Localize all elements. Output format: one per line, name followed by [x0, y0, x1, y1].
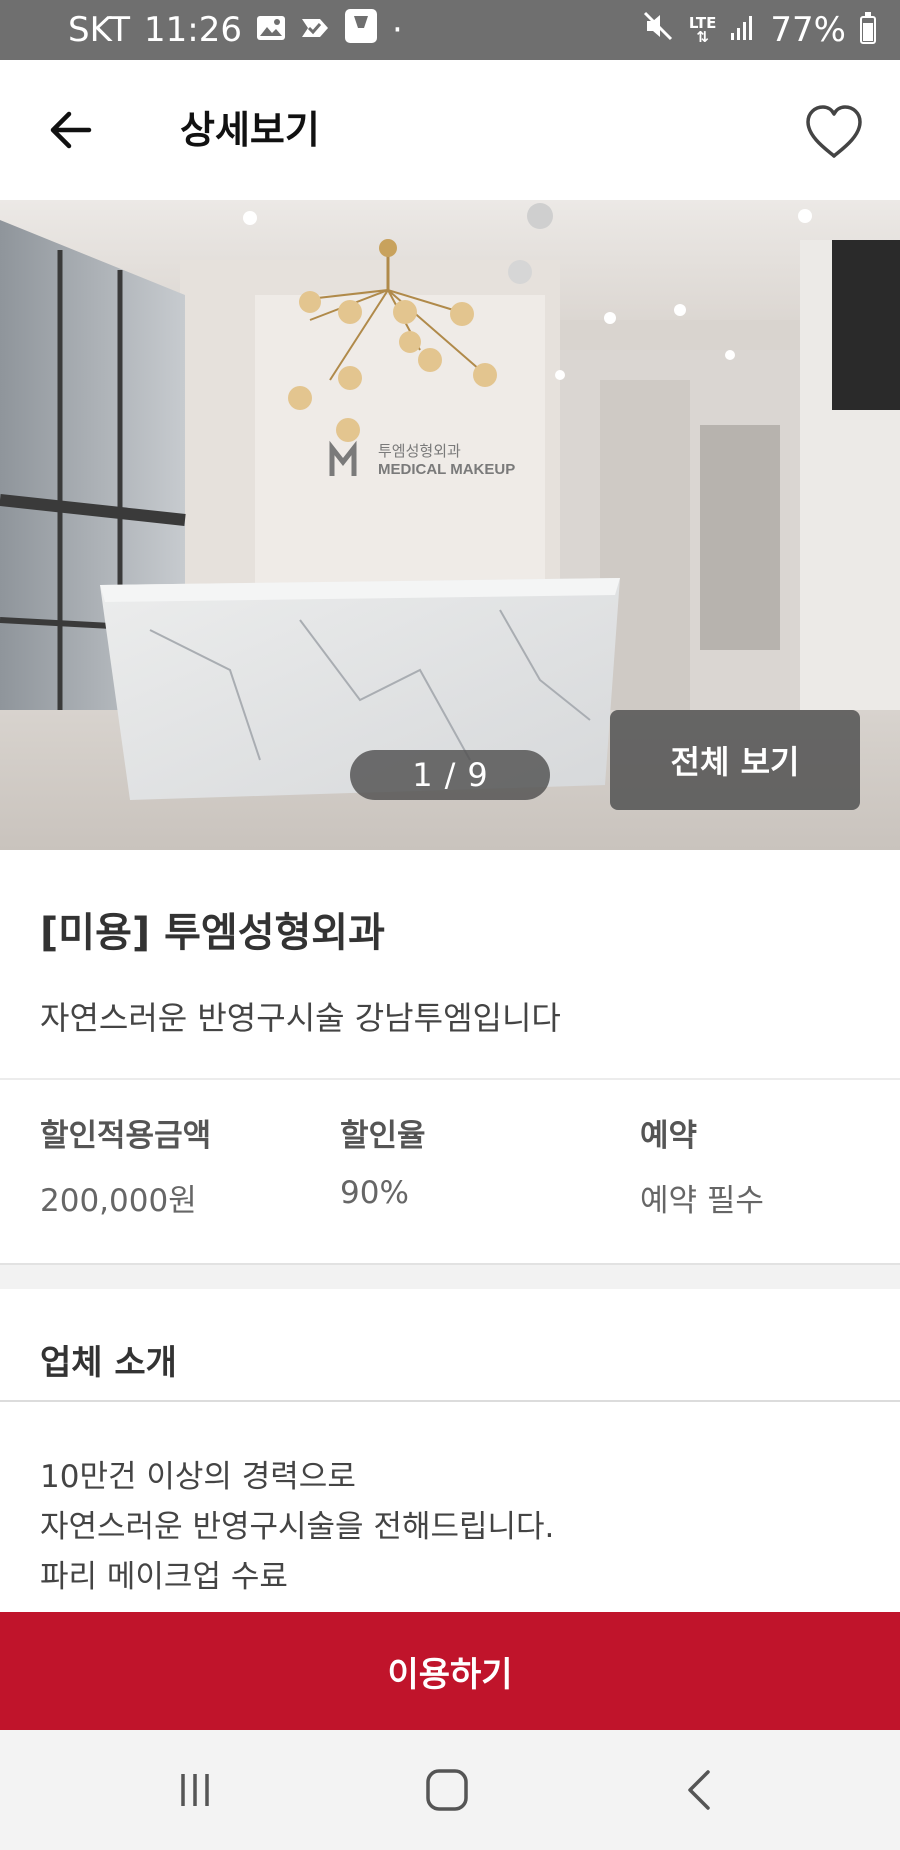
app-badge-icon [344, 8, 378, 53]
view-all-photos-button[interactable]: 전체 보기 [610, 710, 860, 810]
image-icon [256, 10, 286, 50]
recents-icon [181, 1774, 209, 1806]
nav-back-icon [688, 1770, 710, 1810]
clock: 11:26 [144, 10, 242, 50]
divider [0, 1078, 900, 1080]
carrier-label: SKT [68, 10, 131, 50]
status-bar-left: SKT 11:26 · [68, 0, 403, 60]
use-button[interactable]: 이용하기 [0, 1612, 900, 1730]
signal-icon [730, 10, 756, 50]
photo-counter-separator: / [444, 756, 456, 794]
network-type-label: LTE [688, 14, 717, 32]
notification-dot: · [392, 10, 403, 50]
network-type: LTE ⇅ [688, 14, 717, 46]
logo-text-ko: 투엠성형외과 [378, 443, 461, 460]
divider [0, 1400, 900, 1402]
status-bar: SKT 11:26 · LTE ⇅ 77% [0, 0, 900, 60]
intro-text: 10만건 이상의 경력으로 자연스러운 반영구시술을 전해드립니다. 파리 메이… [40, 1452, 860, 1612]
favorite-button[interactable] [802, 102, 866, 162]
back-arrow-icon [50, 111, 92, 149]
section-divider [0, 1263, 900, 1289]
stat-discount-amount: 할인적용금액 200,000원 [40, 1110, 211, 1220]
battery-percent: 77% [770, 10, 846, 50]
stat-value: 200,000원 [40, 1183, 197, 1219]
photo-counter-current: 1 [412, 756, 433, 794]
page-title: 상세보기 [180, 108, 320, 152]
photo-carousel[interactable]: 투엠성형외과 MEDICAL MAKEUP 1 / 9 전체 보기 [0, 200, 900, 850]
app-bar: 상세보기 [0, 60, 900, 200]
intro-section-title: 업체 소개 [40, 1343, 177, 1383]
home-icon [426, 1769, 468, 1811]
back-button[interactable] [40, 100, 100, 160]
battery-icon [860, 12, 876, 44]
intro-line: 자연스러운 반영구시술을 전해드립니다. [40, 1509, 555, 1545]
photo-counter: 1 / 9 [350, 750, 550, 800]
intro-line: 파리 메이크업 수료 [40, 1559, 288, 1595]
stat-label: 할인적용금액 [40, 1118, 212, 1154]
nav-back-button[interactable] [660, 1760, 740, 1820]
status-bar-right: LTE ⇅ 77% [643, 0, 876, 60]
heart-icon [806, 105, 862, 158]
shop-title: [미용] 투엠성형외과 [40, 910, 385, 956]
stat-value: 90% [340, 1175, 409, 1211]
logo-text-en: MEDICAL MAKEUP [378, 461, 515, 478]
stat-discount-rate: 할인율 90% [340, 1110, 426, 1211]
stat-value: 예약 필수 [640, 1183, 764, 1219]
stat-label: 예약 [640, 1118, 698, 1154]
shop-subtitle: 자연스러운 반영구시술 강남투엠입니다 [40, 999, 561, 1037]
check-icon [300, 10, 330, 50]
intro-line: 10만건 이상의 경력으로 [40, 1459, 356, 1495]
deal-info: 할인적용금액 200,000원 할인율 90% 예약 예약 필수 [0, 1110, 900, 1220]
system-nav-bar [0, 1730, 900, 1850]
stat-label: 할인율 [340, 1118, 426, 1154]
battery-fill [863, 22, 873, 41]
mute-icon [643, 10, 675, 50]
photo-counter-total: 9 [467, 756, 488, 794]
recents-button[interactable] [155, 1760, 235, 1820]
home-button[interactable] [407, 1760, 487, 1820]
stat-reservation: 예약 예약 필수 [640, 1110, 764, 1220]
